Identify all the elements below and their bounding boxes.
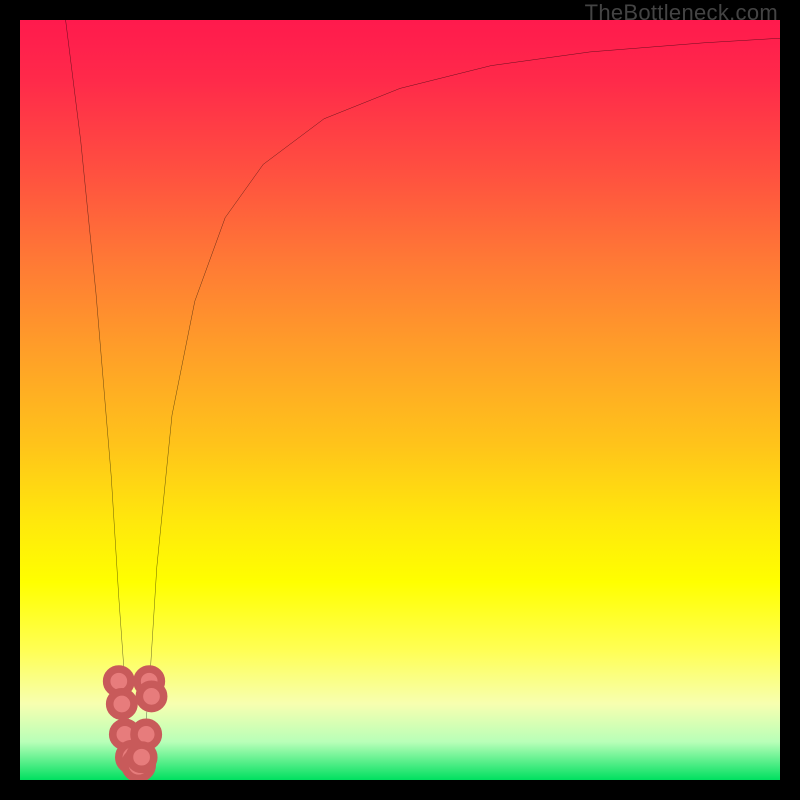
chart-frame: TheBottleneck.com — [0, 0, 800, 800]
bottleneck-curve — [66, 20, 780, 780]
highlight-dot — [129, 745, 153, 769]
dots-layer — [107, 669, 164, 778]
chart-svg — [20, 20, 780, 780]
plot-area — [20, 20, 780, 780]
highlight-dot — [139, 684, 163, 708]
highlight-dot — [110, 692, 134, 716]
curve-layer — [66, 20, 780, 780]
